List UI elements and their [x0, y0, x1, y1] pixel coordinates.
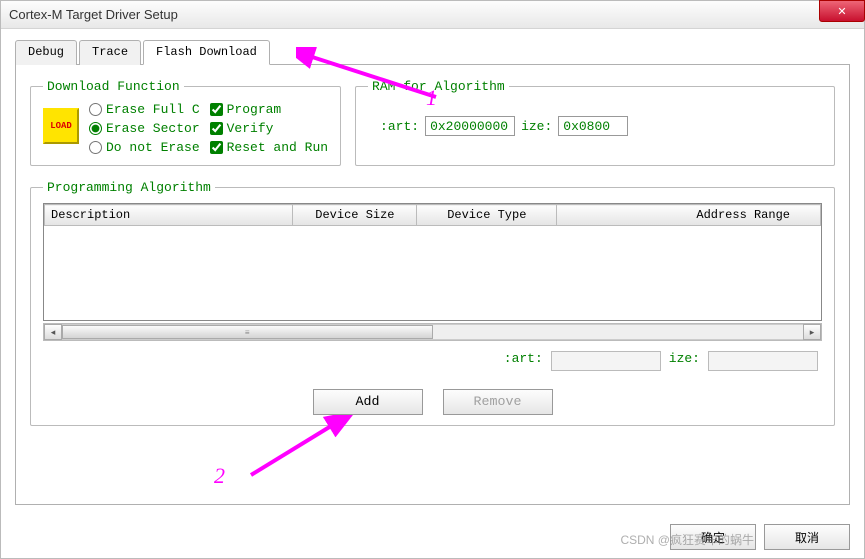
tab-panel-flash: Download Function LOAD Erase Full C Eras…: [15, 65, 850, 505]
scroll-thumb[interactable]: ≡: [62, 325, 433, 339]
col-description[interactable]: Description: [45, 205, 293, 226]
remove-button: Remove: [443, 389, 553, 415]
ram-start-input[interactable]: [425, 116, 515, 136]
dialog-window: Cortex-M Target Driver Setup ✕ Debug Tra…: [0, 0, 865, 559]
annotation-label-2: 2: [214, 463, 225, 489]
scroll-track[interactable]: ≡: [62, 324, 803, 340]
download-function-group: Download Function LOAD Erase Full C Eras…: [30, 79, 341, 166]
close-icon: ✕: [837, 5, 846, 18]
ram-algorithm-group: RAM for Algorithm :art: ize:: [355, 79, 835, 166]
col-device-type[interactable]: Device Type: [417, 205, 557, 226]
load-icon: LOAD: [43, 108, 79, 144]
tab-trace[interactable]: Trace: [79, 40, 141, 65]
options-check-group: Program Verify Reset and Run: [210, 102, 328, 155]
alg-size-label: ize:: [669, 351, 700, 371]
horizontal-scrollbar[interactable]: ◂ ≡ ▸: [43, 323, 822, 341]
algorithm-table-wrap: Description Device Size Device Type Addr…: [43, 203, 822, 321]
window-title: Cortex-M Target Driver Setup: [9, 7, 178, 22]
radio-erase-full[interactable]: Erase Full C: [89, 102, 200, 117]
radio-do-not-erase[interactable]: Do not Erase: [89, 140, 200, 155]
ram-size-label: ize:: [521, 119, 552, 134]
check-verify-input[interactable]: [210, 122, 223, 135]
table-header-row: Description Device Size Device Type Addr…: [45, 205, 821, 226]
close-button[interactable]: ✕: [819, 0, 865, 22]
add-button[interactable]: Add: [313, 389, 423, 415]
alg-start-label: :art:: [504, 351, 543, 371]
tab-debug[interactable]: Debug: [15, 40, 77, 65]
radio-erase-full-input[interactable]: [89, 103, 102, 116]
content-area: Debug Trace Flash Download Download Func…: [1, 29, 864, 515]
alg-size-input: [708, 351, 818, 371]
check-program-input[interactable]: [210, 103, 223, 116]
download-function-legend: Download Function: [43, 79, 184, 94]
scroll-left-button[interactable]: ◂: [44, 324, 62, 340]
check-reset-run-input[interactable]: [210, 141, 223, 154]
erase-radio-group: Erase Full C Erase Sector Do not Erase: [89, 102, 200, 155]
programming-algorithm-legend: Programming Algorithm: [43, 180, 215, 195]
ram-start-label: :art:: [380, 119, 419, 134]
algorithm-table: Description Device Size Device Type Addr…: [44, 204, 821, 226]
scroll-right-button[interactable]: ▸: [803, 324, 821, 340]
radio-erase-sector[interactable]: Erase Sector: [89, 121, 200, 136]
ram-size-input[interactable]: [558, 116, 628, 136]
algorithm-action-buttons: Add Remove: [43, 389, 822, 415]
scroll-grip-icon: ≡: [245, 328, 250, 337]
tab-flash-download[interactable]: Flash Download: [143, 40, 270, 65]
cancel-button[interactable]: 取消: [764, 524, 850, 550]
radio-erase-sector-input[interactable]: [89, 122, 102, 135]
algorithm-range-inputs: :art: ize:: [43, 351, 822, 371]
check-program[interactable]: Program: [210, 102, 328, 117]
col-device-size[interactable]: Device Size: [293, 205, 417, 226]
col-address-range[interactable]: Address Range: [557, 205, 821, 226]
watermark-text: CSDN @疯狂赛车的蜗牛: [620, 531, 754, 548]
titlebar: Cortex-M Target Driver Setup ✕: [1, 1, 864, 29]
radio-do-not-erase-input[interactable]: [89, 141, 102, 154]
ram-algorithm-legend: RAM for Algorithm: [368, 79, 509, 94]
programming-algorithm-group: Programming Algorithm Description Device…: [30, 180, 835, 426]
tab-strip: Debug Trace Flash Download: [15, 39, 850, 65]
check-verify[interactable]: Verify: [210, 121, 328, 136]
alg-start-input: [551, 351, 661, 371]
check-reset-run[interactable]: Reset and Run: [210, 140, 328, 155]
